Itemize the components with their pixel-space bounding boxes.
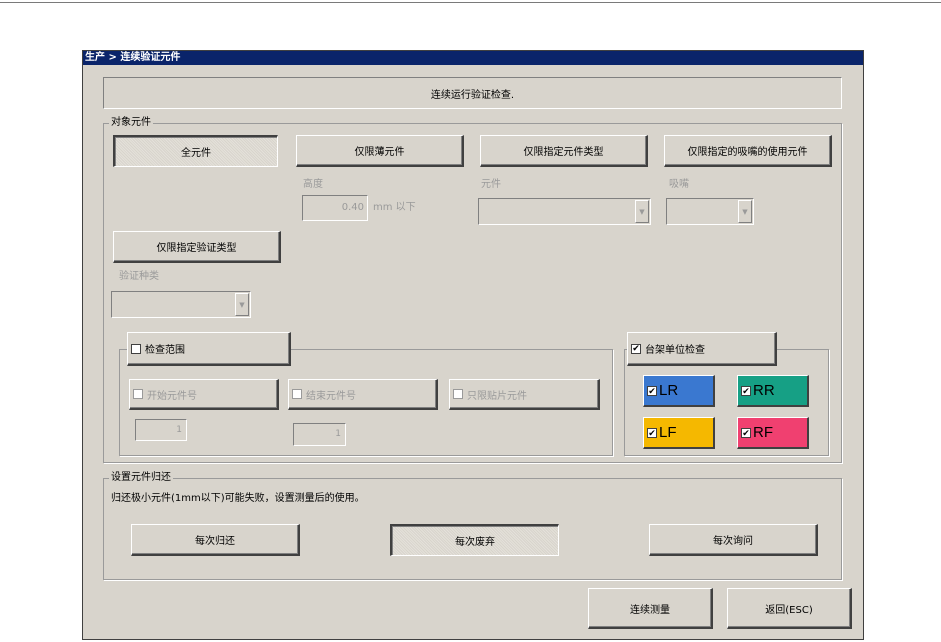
part-label: 元件 xyxy=(481,179,501,190)
every-ask-button[interactable]: 每次询问 xyxy=(649,524,818,556)
rack-tile-rr[interactable]: ✔ RR xyxy=(737,375,809,407)
height-unit: mm 以下 xyxy=(373,202,416,213)
height-value: 0.40 xyxy=(341,202,364,213)
start-part-value: 1 xyxy=(176,425,182,435)
rack-tile-rf[interactable]: ✔ RF xyxy=(737,417,809,449)
thin-parts-button[interactable]: 仅限薄元件 xyxy=(296,135,464,167)
checkbox-icon[interactable]: ✔ xyxy=(631,343,641,354)
verify-kind-label: 验证种类 xyxy=(119,271,159,282)
start-part-toggle[interactable]: 开始元件号 xyxy=(129,379,279,410)
rack-tile-label: RR xyxy=(753,382,775,399)
rack-tile-label: LR xyxy=(659,382,679,399)
rack-check-toggle[interactable]: ✔ 台架单位检查 xyxy=(627,332,777,366)
checkbox-icon[interactable] xyxy=(133,389,143,399)
window-title: 生产 > 连续验证元件 xyxy=(83,51,863,65)
checkbox-icon[interactable]: ✔ xyxy=(741,385,751,396)
part-type-button[interactable]: 仅限指定元件类型 xyxy=(480,135,648,167)
start-part-label: 开始元件号 xyxy=(147,390,197,402)
return-note: 归还极小元件(1mm以下)可能失败，设置测量后的使用。 xyxy=(111,493,365,504)
checkbox-icon[interactable] xyxy=(131,343,141,354)
verify-type-button[interactable]: 仅限指定验证类型 xyxy=(113,231,281,263)
rack-tile-label: RF xyxy=(753,424,773,441)
checkbox-icon[interactable] xyxy=(292,389,302,399)
nozzle-select[interactable]: ▼ xyxy=(666,198,754,225)
height-label: 高度 xyxy=(303,179,323,190)
end-part-input[interactable]: 1 xyxy=(293,423,346,446)
chevron-down-icon[interactable]: ▼ xyxy=(738,200,752,223)
end-part-label: 结束元件号 xyxy=(306,390,356,402)
return-setting-legend: 设置元件归还 xyxy=(109,472,173,483)
back-esc-button[interactable]: 返回(ESC) xyxy=(727,588,852,629)
every-return-button[interactable]: 每次归还 xyxy=(131,524,300,556)
end-part-toggle[interactable]: 结束元件号 xyxy=(288,379,438,410)
verify-kind-select[interactable]: ▼ xyxy=(111,291,251,318)
chevron-down-icon[interactable]: ▼ xyxy=(635,200,649,223)
checkbox-icon[interactable]: ✔ xyxy=(741,427,751,438)
target-parts-legend: 对象元件 xyxy=(109,117,153,128)
dialog-window: 生产 > 连续验证元件 连续运行验证检查. 对象元件 全元件 仅限薄元件 仅限指… xyxy=(82,50,864,640)
rack-check-label: 台架单位检查 xyxy=(645,345,705,356)
chevron-down-icon[interactable]: ▼ xyxy=(235,293,249,316)
patch-only-label: 只限贴片元件 xyxy=(467,390,527,402)
nozzle-parts-button[interactable]: 仅限指定的吸嘴的使用元件 xyxy=(664,135,832,167)
checkbox-icon[interactable] xyxy=(453,389,463,399)
part-select[interactable]: ▼ xyxy=(478,198,651,225)
nozzle-label: 吸嘴 xyxy=(669,179,689,190)
check-range-label: 检查范围 xyxy=(145,345,185,356)
checkbox-icon[interactable]: ✔ xyxy=(647,385,657,396)
info-text: 连续运行验证检查. xyxy=(430,89,515,101)
info-box: 连续运行验证检查. xyxy=(103,77,842,109)
continuous-measure-button[interactable]: 连续测量 xyxy=(588,588,713,629)
rack-tile-lr[interactable]: ✔ LR xyxy=(643,375,715,407)
start-part-input[interactable]: 1 xyxy=(135,419,187,441)
checkbox-icon[interactable]: ✔ xyxy=(647,427,657,438)
rack-tile-label: LF xyxy=(659,424,677,441)
all-parts-button[interactable]: 全元件 xyxy=(113,135,278,167)
height-input[interactable]: 0.40 xyxy=(302,195,368,221)
end-part-value: 1 xyxy=(335,429,341,439)
patch-only-toggle[interactable]: 只限贴片元件 xyxy=(449,379,600,410)
every-discard-button[interactable]: 每次废弃 xyxy=(390,524,559,556)
check-range-toggle[interactable]: 检查范围 xyxy=(127,332,291,366)
rack-tile-lf[interactable]: ✔ LF xyxy=(643,417,715,449)
top-divider xyxy=(0,2,941,3)
